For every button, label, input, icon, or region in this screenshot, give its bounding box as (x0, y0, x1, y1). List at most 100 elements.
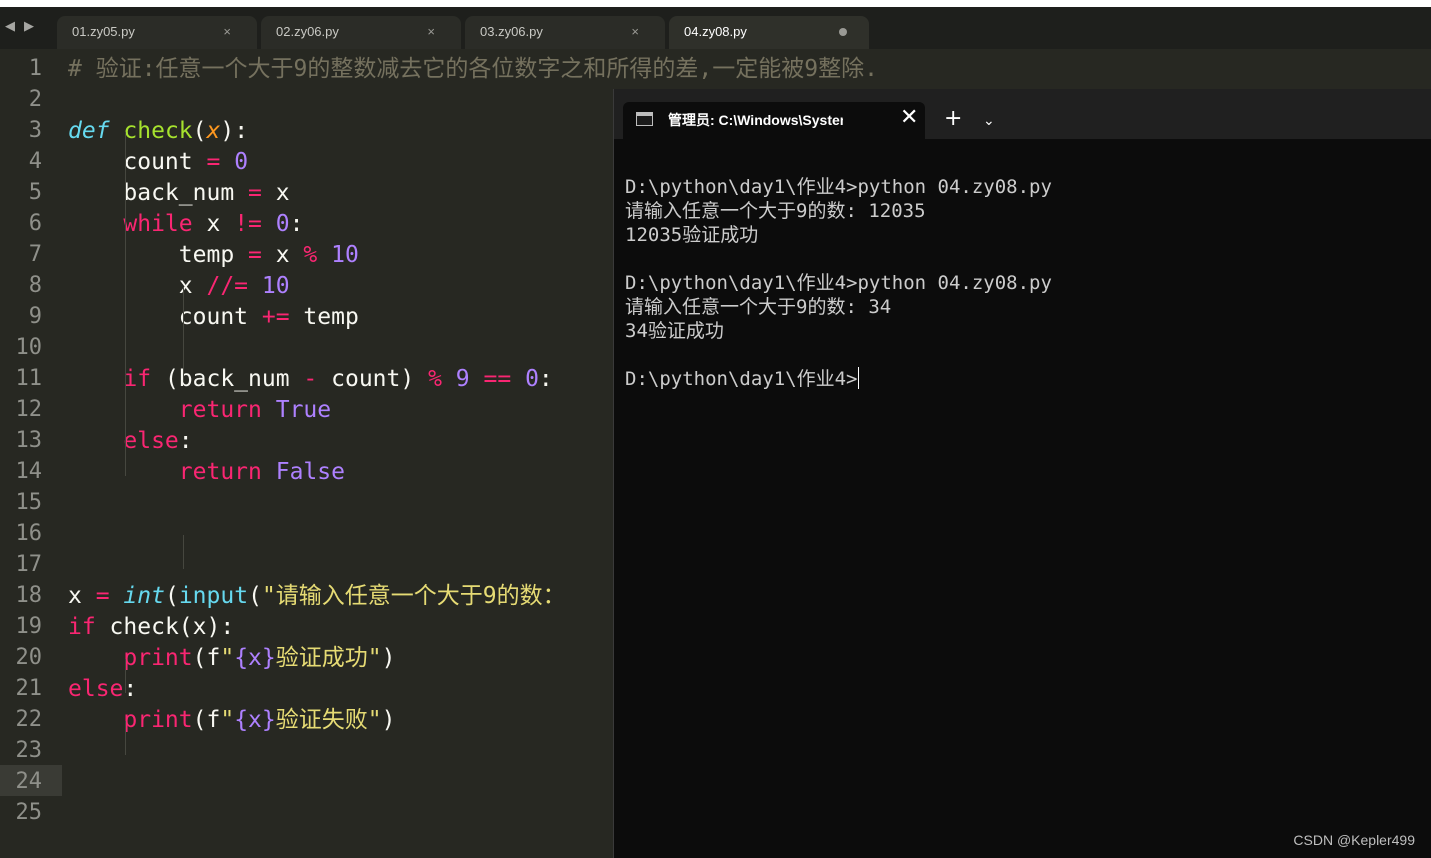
code-token: % (303, 242, 318, 268)
code-line: return False (68, 457, 345, 488)
line-number: 2 (28, 87, 42, 112)
code-line: else: (68, 426, 192, 457)
code-line: back_num = x (68, 178, 290, 209)
line-number: 1 (28, 56, 42, 81)
code-token: = (95, 583, 110, 609)
code-line: x //= 10 (68, 271, 290, 302)
code-token: x (192, 211, 235, 237)
terminal-line: D:\python\day1\作业4>python 04.zy08.py (625, 175, 1052, 199)
line-number: 7 (28, 242, 42, 267)
unsaved-dot-icon[interactable] (839, 28, 847, 36)
line-number: 15 (15, 490, 43, 515)
line-number: 10 (15, 335, 43, 360)
line-number: 19 (15, 614, 43, 639)
tab-scroll-left-icon[interactable]: ◀ (5, 20, 15, 34)
code-line: count += temp (68, 302, 359, 333)
line-number: 4 (28, 149, 42, 174)
code-token: != (234, 211, 262, 237)
terminal-title: 管理员: C:\Windows\System32 (668, 112, 843, 128)
chevron-down-icon[interactable]: ⌄ (983, 109, 995, 133)
code-token: def (68, 118, 110, 144)
tab-02-zy06[interactable]: 02.zy06.py × (261, 16, 461, 49)
tab-label: 02.zy06.py (276, 24, 339, 39)
tab-scroll-right-icon[interactable]: ▶ (24, 20, 34, 34)
code-token: return (178, 459, 262, 485)
code-token: = (248, 180, 262, 206)
indent-guide (183, 287, 184, 382)
tab-close-icon[interactable]: × (427, 16, 435, 47)
code-token: input (178, 583, 249, 609)
terminal-line-text: D:\python\day1\作业4>python 04.zy08.py (625, 176, 1052, 198)
terminal-line-text: 请输入任意一个大于9的数: 34 (625, 296, 892, 318)
close-icon[interactable]: ✕ (900, 105, 918, 131)
terminal-window[interactable]: 管理员: C:\Windows\System32 ✕ + ⌄ D:\python… (613, 89, 1431, 858)
code-token: temp (289, 304, 359, 330)
code-token: int (123, 583, 165, 609)
tab-close-icon[interactable]: × (223, 16, 231, 47)
terminal-tab[interactable]: 管理员: C:\Windows\System32 ✕ (623, 102, 925, 139)
line-number: 23 (15, 738, 43, 763)
tab-03-zy06[interactable]: 03.zy06.py × (465, 16, 665, 49)
code-token: 10 (331, 242, 359, 268)
new-tab-button[interactable]: + (944, 106, 962, 132)
indent-guide (125, 721, 126, 755)
code-token: : (538, 366, 553, 392)
line-number: 13 (15, 428, 43, 453)
code-token: # 验证:任意一个大于9的整数减去它的各位数字之和所得的差,一定能被9整除. (68, 56, 878, 82)
code-token: 10 (261, 273, 290, 299)
indent-guide (125, 442, 126, 476)
code-token: ) (381, 707, 396, 733)
window-top-strip (0, 0, 1431, 7)
terminal-line: D:\python\day1\作业4> (625, 367, 860, 391)
code-token: ( (164, 583, 179, 609)
terminal-cursor (858, 367, 860, 389)
line-number: 12 (15, 397, 43, 422)
terminal-line-text: 请输入任意一个大于9的数: 12035 (625, 200, 926, 222)
code-token: ): (220, 118, 249, 144)
code-token: 验证失败" (275, 707, 382, 733)
terminal-line: 请输入任意一个大于9的数: 34 (625, 295, 891, 319)
tab-label: 04.zy08.py (684, 24, 747, 39)
terminal-line-text: 12035验证成功 (625, 224, 759, 246)
code-token: "请输入任意一个大于9的数： (261, 583, 566, 609)
terminal-line: D:\python\day1\作业4>python 04.zy08.py (625, 271, 1052, 295)
code-token: count) (317, 366, 429, 392)
tab-label: 03.zy06.py (480, 24, 543, 39)
code-line: def check(x): (68, 116, 248, 147)
code-token: : (289, 211, 304, 237)
code-token: += (261, 304, 290, 330)
code-line: if (back_num - count) % 9 == 0: (68, 364, 553, 395)
code-token: temp (68, 242, 249, 268)
code-token: check(x): (95, 614, 235, 640)
terminal-line-text: D:\python\day1\作业4> (625, 368, 858, 390)
code-token: back_num (68, 180, 249, 206)
code-token: x (68, 583, 96, 609)
code-token: ) (381, 645, 396, 671)
code-token: = (206, 149, 221, 175)
terminal-line: 34验证成功 (625, 319, 724, 343)
tab-label: 01.zy05.py (72, 24, 135, 39)
code-token: x (261, 180, 290, 206)
tab-close-icon[interactable]: × (631, 16, 639, 47)
code-token: check (123, 118, 193, 144)
code-token: True (275, 397, 332, 423)
tab-01-zy05[interactable]: 01.zy05.py × (57, 16, 257, 49)
line-number: 3 (28, 118, 42, 143)
tab-04-zy08-active[interactable]: 04.zy08.py (669, 16, 869, 49)
line-number: 9 (28, 304, 42, 329)
indent-guide (183, 535, 184, 569)
code-token: {x} (234, 707, 276, 733)
line-number: 21 (15, 676, 43, 701)
